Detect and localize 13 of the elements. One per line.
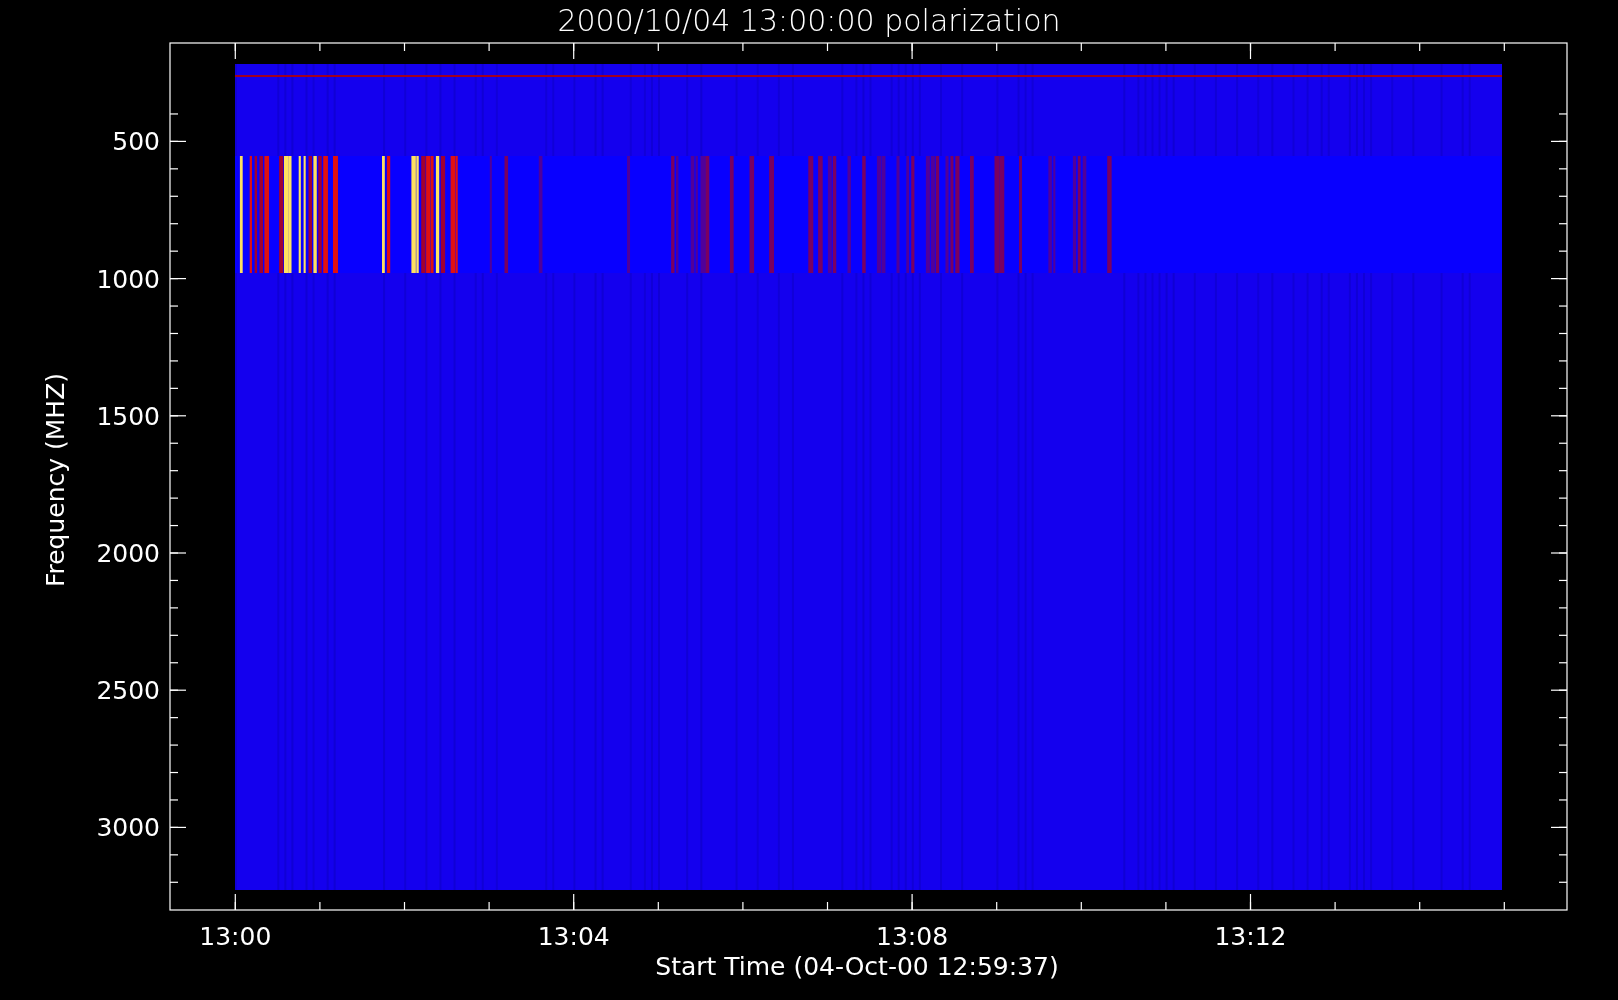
axis-tick-label: 13:12 bbox=[1214, 922, 1287, 951]
axis-tick-label: 2000 bbox=[96, 539, 160, 568]
axis-tick-label: 2500 bbox=[96, 676, 160, 706]
axis-tick-label: 1000 bbox=[96, 264, 160, 294]
axis-tick-label: 3000 bbox=[96, 813, 160, 843]
axis-tick-label: 1500 bbox=[96, 401, 160, 431]
axis-tick-label: 13:00 bbox=[199, 922, 272, 951]
axis-tick-label: 13:08 bbox=[876, 922, 949, 951]
axis-tick-label: 500 bbox=[112, 127, 160, 157]
axis-tick-label: 13:04 bbox=[537, 922, 610, 951]
chart-title: 2000/10/04 13:00:00 polarization bbox=[557, 3, 1061, 38]
axis-label: Start Time (04-Oct-00 12:59:37) bbox=[655, 952, 1059, 981]
axis-label: Frequency (MHZ) bbox=[41, 372, 70, 588]
